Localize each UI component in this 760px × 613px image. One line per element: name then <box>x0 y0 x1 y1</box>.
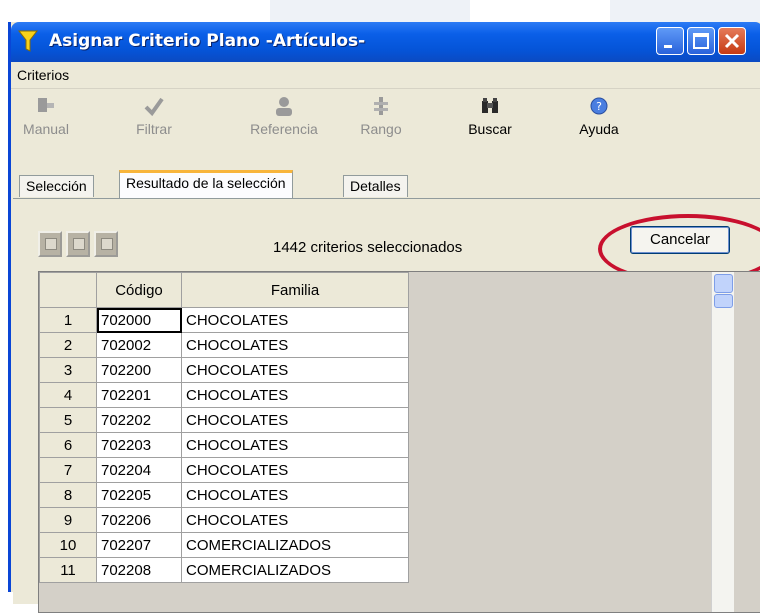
row-number[interactable]: 10 <box>39 532 97 558</box>
codigo-cell[interactable]: 702205 <box>96 482 182 508</box>
familia-cell[interactable]: CHOCOLATES <box>181 307 409 333</box>
help-icon: ? <box>590 97 608 115</box>
results-table: Código Familia 1 702000 CHOCOLATES 2 702002 C… <box>39 272 409 583</box>
dialog-window: Asignar Criterio Plano -Artículos- Crite… <box>8 22 760 613</box>
tab-detalles[interactable]: Detalles <box>343 175 408 197</box>
menu-criterios[interactable]: Criterios <box>17 67 69 83</box>
table-row[interactable]: 9 702206 CHOCOLATES <box>39 507 409 533</box>
familia-cell[interactable]: CHOCOLATES <box>181 332 409 358</box>
table-row[interactable]: 10 702207 COMERCIALIZADOS <box>39 532 409 558</box>
row-number[interactable]: 7 <box>39 457 97 483</box>
familia-cell[interactable]: COMERCIALIZADOS <box>181 532 409 558</box>
row-number[interactable]: 5 <box>39 407 97 433</box>
familia-cell[interactable]: CHOCOLATES <box>181 482 409 508</box>
row-number[interactable]: 11 <box>39 557 97 583</box>
codigo-cell[interactable]: 702208 <box>96 557 182 583</box>
user-icon <box>276 97 292 116</box>
filtrar-button[interactable]: Filtrar <box>129 95 179 137</box>
close-icon <box>724 33 740 49</box>
menu-bar: Criterios <box>11 62 760 89</box>
results-grid: Código Familia 1 702000 CHOCOLATES 2 702002 C… <box>38 271 760 613</box>
row-number-header <box>39 272 97 308</box>
table-row[interactable]: 11 702208 COMERCIALIZADOS <box>39 557 409 583</box>
vertical-scrollbar[interactable] <box>711 272 734 612</box>
result-panel: 1442 criterios seleccionados Cancelar Có… <box>13 198 760 613</box>
familia-cell[interactable]: CHOCOLATES <box>181 457 409 483</box>
familia-cell[interactable]: CHOCOLATES <box>181 432 409 458</box>
referencia-button[interactable]: Referencia <box>239 95 329 137</box>
nav-prev-button[interactable] <box>66 231 90 257</box>
manual-button[interactable]: Manual <box>21 95 71 137</box>
codigo-cell[interactable]: 702200 <box>96 357 182 383</box>
selection-count: 1442 criterios seleccionados <box>273 239 463 256</box>
row-number[interactable]: 3 <box>39 357 97 383</box>
row-number[interactable]: 9 <box>39 507 97 533</box>
toolbar: Manual Filtrar Referencia Rango Buscar ?… <box>11 89 760 155</box>
tab-resultado[interactable]: Resultado de la selección <box>119 170 293 198</box>
close-button[interactable] <box>718 27 746 55</box>
minimize-button[interactable] <box>656 27 684 55</box>
codigo-cell[interactable]: 702002 <box>96 332 182 358</box>
codigo-cell[interactable]: 702207 <box>96 532 182 558</box>
range-icon <box>374 97 388 115</box>
table-row[interactable]: 1 702000 CHOCOLATES <box>39 307 409 333</box>
codigo-cell[interactable]: 702203 <box>96 432 182 458</box>
column-header-familia[interactable]: Familia <box>181 272 409 308</box>
maximize-icon <box>693 33 709 49</box>
table-row[interactable]: 3 702200 CHOCOLATES <box>39 357 409 383</box>
svg-text:?: ? <box>596 100 602 113</box>
codigo-cell[interactable]: 702000 <box>96 307 182 333</box>
minimize-icon <box>664 45 672 48</box>
familia-cell[interactable]: CHOCOLATES <box>181 407 409 433</box>
codigo-cell[interactable]: 702201 <box>96 382 182 408</box>
familia-cell[interactable]: CHOCOLATES <box>181 382 409 408</box>
codigo-cell[interactable]: 702204 <box>96 457 182 483</box>
scroll-up-icon[interactable] <box>714 274 733 293</box>
table-row[interactable]: 6 702203 CHOCOLATES <box>39 432 409 458</box>
window-title: Asignar Criterio Plano -Artículos- <box>49 31 366 51</box>
table-row[interactable]: 8 702205 CHOCOLATES <box>39 482 409 508</box>
familia-cell[interactable]: CHOCOLATES <box>181 507 409 533</box>
nav-next-button[interactable] <box>94 231 118 257</box>
maximize-button[interactable] <box>687 27 715 55</box>
rango-button[interactable]: Rango <box>356 95 406 137</box>
binoculars-icon <box>482 98 498 113</box>
column-header-codigo[interactable]: Código <box>96 272 182 308</box>
codigo-cell[interactable]: 702202 <box>96 407 182 433</box>
buscar-button[interactable]: Buscar <box>463 95 517 137</box>
row-number[interactable]: 8 <box>39 482 97 508</box>
scroll-thumb[interactable] <box>714 294 733 308</box>
row-number[interactable]: 6 <box>39 432 97 458</box>
row-number[interactable]: 2 <box>39 332 97 358</box>
manual-icon <box>38 98 54 112</box>
funnel-icon <box>17 30 39 52</box>
table-row[interactable]: 7 702204 CHOCOLATES <box>39 457 409 483</box>
familia-cell[interactable]: COMERCIALIZADOS <box>181 557 409 583</box>
table-row[interactable]: 2 702002 CHOCOLATES <box>39 332 409 358</box>
tab-strip: Selección Resultado de la selección Deta… <box>11 170 760 198</box>
title-bar[interactable]: Asignar Criterio Plano -Artículos- <box>11 22 760 62</box>
row-number[interactable]: 4 <box>39 382 97 408</box>
table-row[interactable]: 5 702202 CHOCOLATES <box>39 407 409 433</box>
tab-seleccion[interactable]: Selección <box>19 175 94 197</box>
codigo-cell[interactable]: 702206 <box>96 507 182 533</box>
ayuda-button[interactable]: ? Ayuda <box>574 95 624 137</box>
checkmark-icon <box>144 97 164 117</box>
table-row[interactable]: 4 702201 CHOCOLATES <box>39 382 409 408</box>
familia-cell[interactable]: CHOCOLATES <box>181 357 409 383</box>
nav-first-button[interactable] <box>38 231 62 257</box>
row-number[interactable]: 1 <box>39 307 97 333</box>
